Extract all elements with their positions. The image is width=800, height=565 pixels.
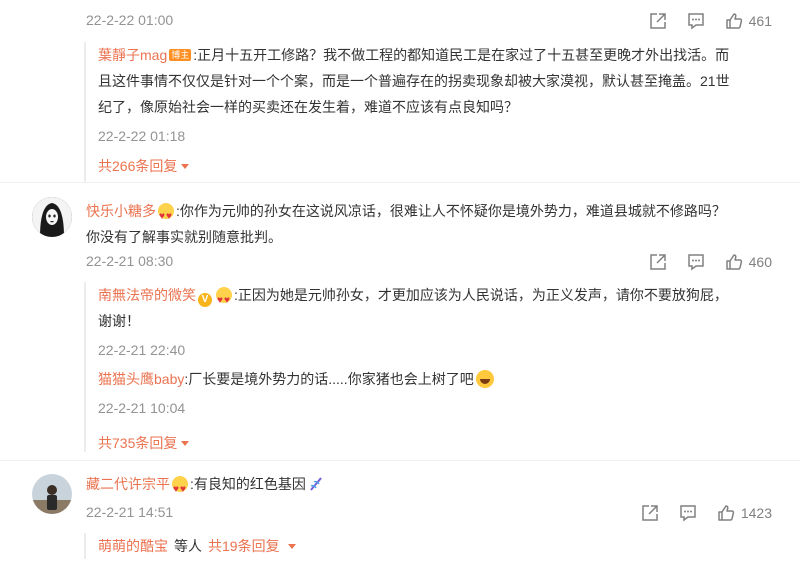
reply-text: 猫猫头鹰baby:厂长要是境外势力的话.....你家猪也会上树了吧 [98, 366, 778, 392]
comment-time: 22-2-21 14:51 [86, 504, 174, 520]
comment-button[interactable] [687, 12, 705, 30]
reply-time: 22-2-21 22:40 [98, 342, 186, 358]
avatar[interactable] [32, 474, 72, 514]
reply-item: 猫猫头鹰baby:厂长要是境外势力的话.....你家猪也会上树了吧 22-2-2… [98, 366, 778, 416]
more-replies-label: 共19条回复 [208, 538, 280, 554]
comment-time: 22-2-22 01:00 [86, 12, 174, 28]
reply-username[interactable]: 萌萌的酷宝 [98, 533, 168, 559]
like-button[interactable]: 461 [725, 12, 772, 30]
more-replies-link[interactable]: 共266条回复 [98, 156, 778, 176]
heart-eyes-emoji-icon [216, 287, 232, 314]
comment-button[interactable] [679, 504, 697, 522]
reply-text-line: 谢谢！ [98, 313, 140, 329]
like-icon [725, 254, 742, 270]
reply-preview-suffix: 等人 [174, 538, 202, 554]
repost-button[interactable] [641, 504, 659, 522]
reply-list: 葉靜子mag 博主:正月十五开工修路？我不做工程的都知道民工是在家过了十五甚至更晚… [84, 42, 778, 182]
comment-username[interactable]: 藏二代许宗平 [86, 476, 170, 492]
comment-text-line: :有良知的红色基因 [190, 476, 306, 492]
comment-time: 22-2-21 08:30 [86, 253, 174, 269]
reply-text-line: 且这件事情不仅仅是针对一个个案，而是一个普遍存在的拐卖现象却被大家漠视，默认甚至… [98, 73, 730, 89]
comment-icon [687, 13, 704, 30]
share-icon [649, 254, 666, 270]
heart-eyes-emoji-icon [172, 476, 188, 503]
more-replies-label: 共735条回复 [98, 435, 178, 451]
reply-item: 南無法帝的微笑V :正因为她是元帅孙女，才更加应该为人民说话，为正义发声，请你不要… [98, 282, 778, 358]
like-button[interactable]: 460 [725, 253, 772, 271]
comment-actions: 1423 [621, 504, 772, 522]
avatar[interactable] [32, 197, 72, 237]
reply-text-line: :厂长要是境外势力的话.....你家猪也会上树了吧 [184, 371, 474, 387]
comment-text-line: 你没有了解事实就别随意批判。 [86, 229, 282, 245]
comment-button[interactable] [687, 253, 705, 271]
repost-button[interactable] [649, 12, 667, 30]
reply-text: 葉靜子mag 博主:正月十五开工修路？我不做工程的都知道民工是在家过了十五甚至更晚… [98, 42, 778, 120]
laugh-emoji-icon [475, 370, 494, 388]
repost-button[interactable] [649, 253, 667, 271]
reply-time: 22-2-22 01:18 [98, 128, 186, 144]
like-count: 1423 [740, 505, 772, 521]
reply-list: 南無法帝的微笑V :正因为她是元帅孙女，才更加应该为人民说话，为正义发声，请你不要… [84, 282, 778, 452]
reply-text: 南無法帝的微笑V :正因为她是元帅孙女，才更加应该为人民说话，为正义发声，请你不要… [98, 282, 778, 334]
reply-item: 葉靜子mag 博主:正月十五开工修路？我不做工程的都知道民工是在家过了十五甚至更晚… [98, 42, 778, 144]
like-icon [718, 505, 735, 521]
verified-badge-icon: V [198, 293, 212, 307]
like-button[interactable]: 1423 [717, 504, 772, 522]
more-replies-link[interactable]: 共19条回复 [208, 533, 296, 559]
like-count: 461 [748, 13, 772, 29]
share-icon [649, 13, 666, 29]
chevron-down-icon [181, 440, 190, 446]
heart-eyes-emoji-icon [158, 203, 174, 230]
share-icon [642, 505, 658, 521]
reply-username[interactable]: 南無法帝的微笑 [98, 287, 196, 303]
reply-username[interactable]: 葉靜子mag [98, 47, 167, 63]
blogger-badge: 博主 [169, 49, 192, 61]
comment-text: 藏二代许宗平 :有良知的红色基因 [86, 471, 324, 503]
dna-emoji-icon [310, 477, 322, 491]
more-replies-link[interactable]: 共735条回复 [98, 433, 778, 453]
comment-icon [680, 505, 696, 522]
avatar-image [32, 197, 72, 237]
avatar-image [32, 474, 72, 514]
reply-username[interactable]: 猫猫头鹰baby [98, 371, 184, 387]
reply-list: 萌萌的酷宝 等人 共19条回复 [84, 533, 778, 559]
comment-text: 快乐小糖多 :你作为元帅的孙女在这说风凉话，很难让人不怀疑你是境外势力，难道县城就… [86, 198, 776, 250]
comment-username[interactable]: 快乐小糖多 [86, 203, 156, 219]
comment-text-line: :你作为元帅的孙女在这说风凉话，很难让人不怀疑你是境外势力，难道县城就不修路吗？ [176, 203, 726, 219]
chevron-down-icon [181, 163, 190, 169]
like-count: 460 [748, 254, 772, 270]
chevron-down-icon [287, 543, 296, 549]
more-replies-label: 共266条回复 [98, 158, 178, 174]
reply-text-line: :正因为她是元帅孙女，才更加应该为人民说话，为正义发声，请你不要放狗屁， [234, 287, 728, 303]
divider [0, 460, 800, 461]
reply-text-line: 纪了，像原始社会一样的买卖还在发生着，难道不应该有点良知吗？ [98, 99, 518, 115]
reply-time: 22-2-21 10:04 [98, 400, 186, 416]
comment-actions: 460 [629, 253, 772, 271]
comment-icon [687, 254, 704, 271]
like-icon [725, 13, 742, 29]
reply-preview: 萌萌的酷宝 等人 共19条回复 [98, 533, 778, 559]
reply-text-line: :正月十五开工修路？我不做工程的都知道民工是在家过了十五甚至更晚才外出找活。而 [193, 47, 730, 63]
divider [0, 182, 800, 183]
comment-actions: 461 [629, 12, 772, 30]
